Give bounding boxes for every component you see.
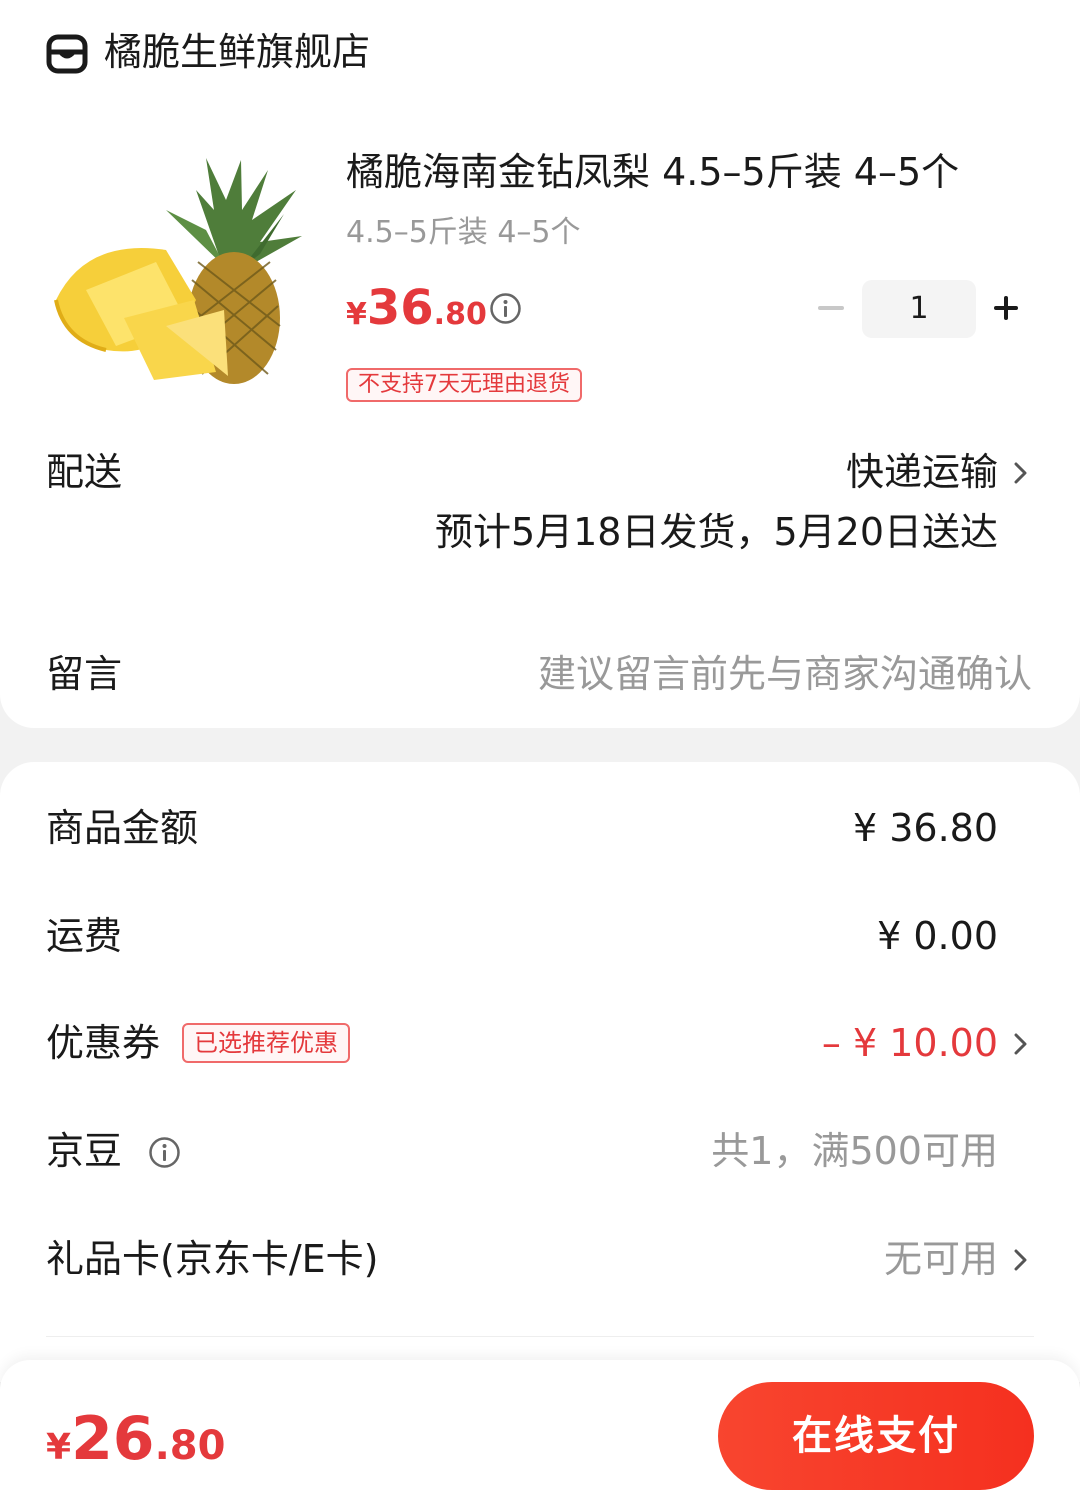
shipping-fee-value: ¥ 0.00 xyxy=(877,914,998,958)
pay-online-button[interactable]: 在线支付 xyxy=(718,1382,1034,1490)
no-return-tag: 不支持7天无理由退货 xyxy=(346,368,582,402)
quantity-decrease-button[interactable] xyxy=(818,306,844,310)
goods-amount-value: ¥ 36.80 xyxy=(852,806,998,850)
delivery-label: 配送 xyxy=(46,450,123,494)
delivery-method[interactable]: 快递运输 xyxy=(846,448,998,496)
product-title[interactable]: 橘脆海南金钻凤梨 4.5–5斤装 4–5个 xyxy=(346,148,959,196)
price-info-icon[interactable] xyxy=(489,292,522,325)
product-price: ¥36.80 xyxy=(346,280,487,347)
quantity-increase-button[interactable] xyxy=(990,292,1022,324)
divider xyxy=(46,1336,1034,1337)
store-icon xyxy=(46,34,88,74)
message-label: 留言 xyxy=(46,652,123,696)
chevron-right-icon[interactable] xyxy=(1010,458,1032,488)
goods-amount-label: 商品金额 xyxy=(46,806,199,850)
coupon-selected-tag: 已选推荐优惠 xyxy=(182,1023,350,1063)
coupon-label: 优惠券 xyxy=(46,1021,161,1065)
gift-card-value[interactable]: 无可用 xyxy=(884,1235,998,1283)
total-currency: ¥ xyxy=(46,1427,72,1468)
delivery-estimate: 预计5月18日发货，5月20日送达 xyxy=(434,510,998,554)
jd-beans-value: 共1，满500可用 xyxy=(711,1129,998,1173)
store-name[interactable]: 橘脆生鲜旗舰店 xyxy=(104,28,370,76)
quantity-input[interactable]: 1 xyxy=(862,280,976,338)
price-currency: ¥ xyxy=(346,297,367,332)
price-integer: 36 xyxy=(366,280,434,336)
price-summary-card xyxy=(0,762,1080,1382)
jd-beans-label: 京豆 xyxy=(46,1129,123,1173)
total-decimal: .80 xyxy=(154,1423,226,1469)
coupon-value[interactable]: – ¥ 10.00 xyxy=(822,1019,998,1067)
shipping-fee-label: 运费 xyxy=(46,914,123,958)
jd-beans-info-icon[interactable] xyxy=(148,1136,181,1169)
total-integer: 26 xyxy=(71,1404,155,1474)
pineapple-image[interactable] xyxy=(46,150,308,390)
product-spec[interactable]: 4.5–5斤装 4–5个 xyxy=(346,212,581,254)
order-total: ¥26.80 xyxy=(46,1404,225,1489)
chevron-right-icon[interactable] xyxy=(1010,1245,1032,1275)
message-input[interactable]: 建议留言前先与商家沟通确认 xyxy=(538,650,1032,698)
chevron-right-icon[interactable] xyxy=(1010,1029,1032,1059)
price-decimal: .80 xyxy=(433,297,487,332)
gift-card-label: 礼品卡(京东卡/E卡) xyxy=(46,1237,379,1281)
